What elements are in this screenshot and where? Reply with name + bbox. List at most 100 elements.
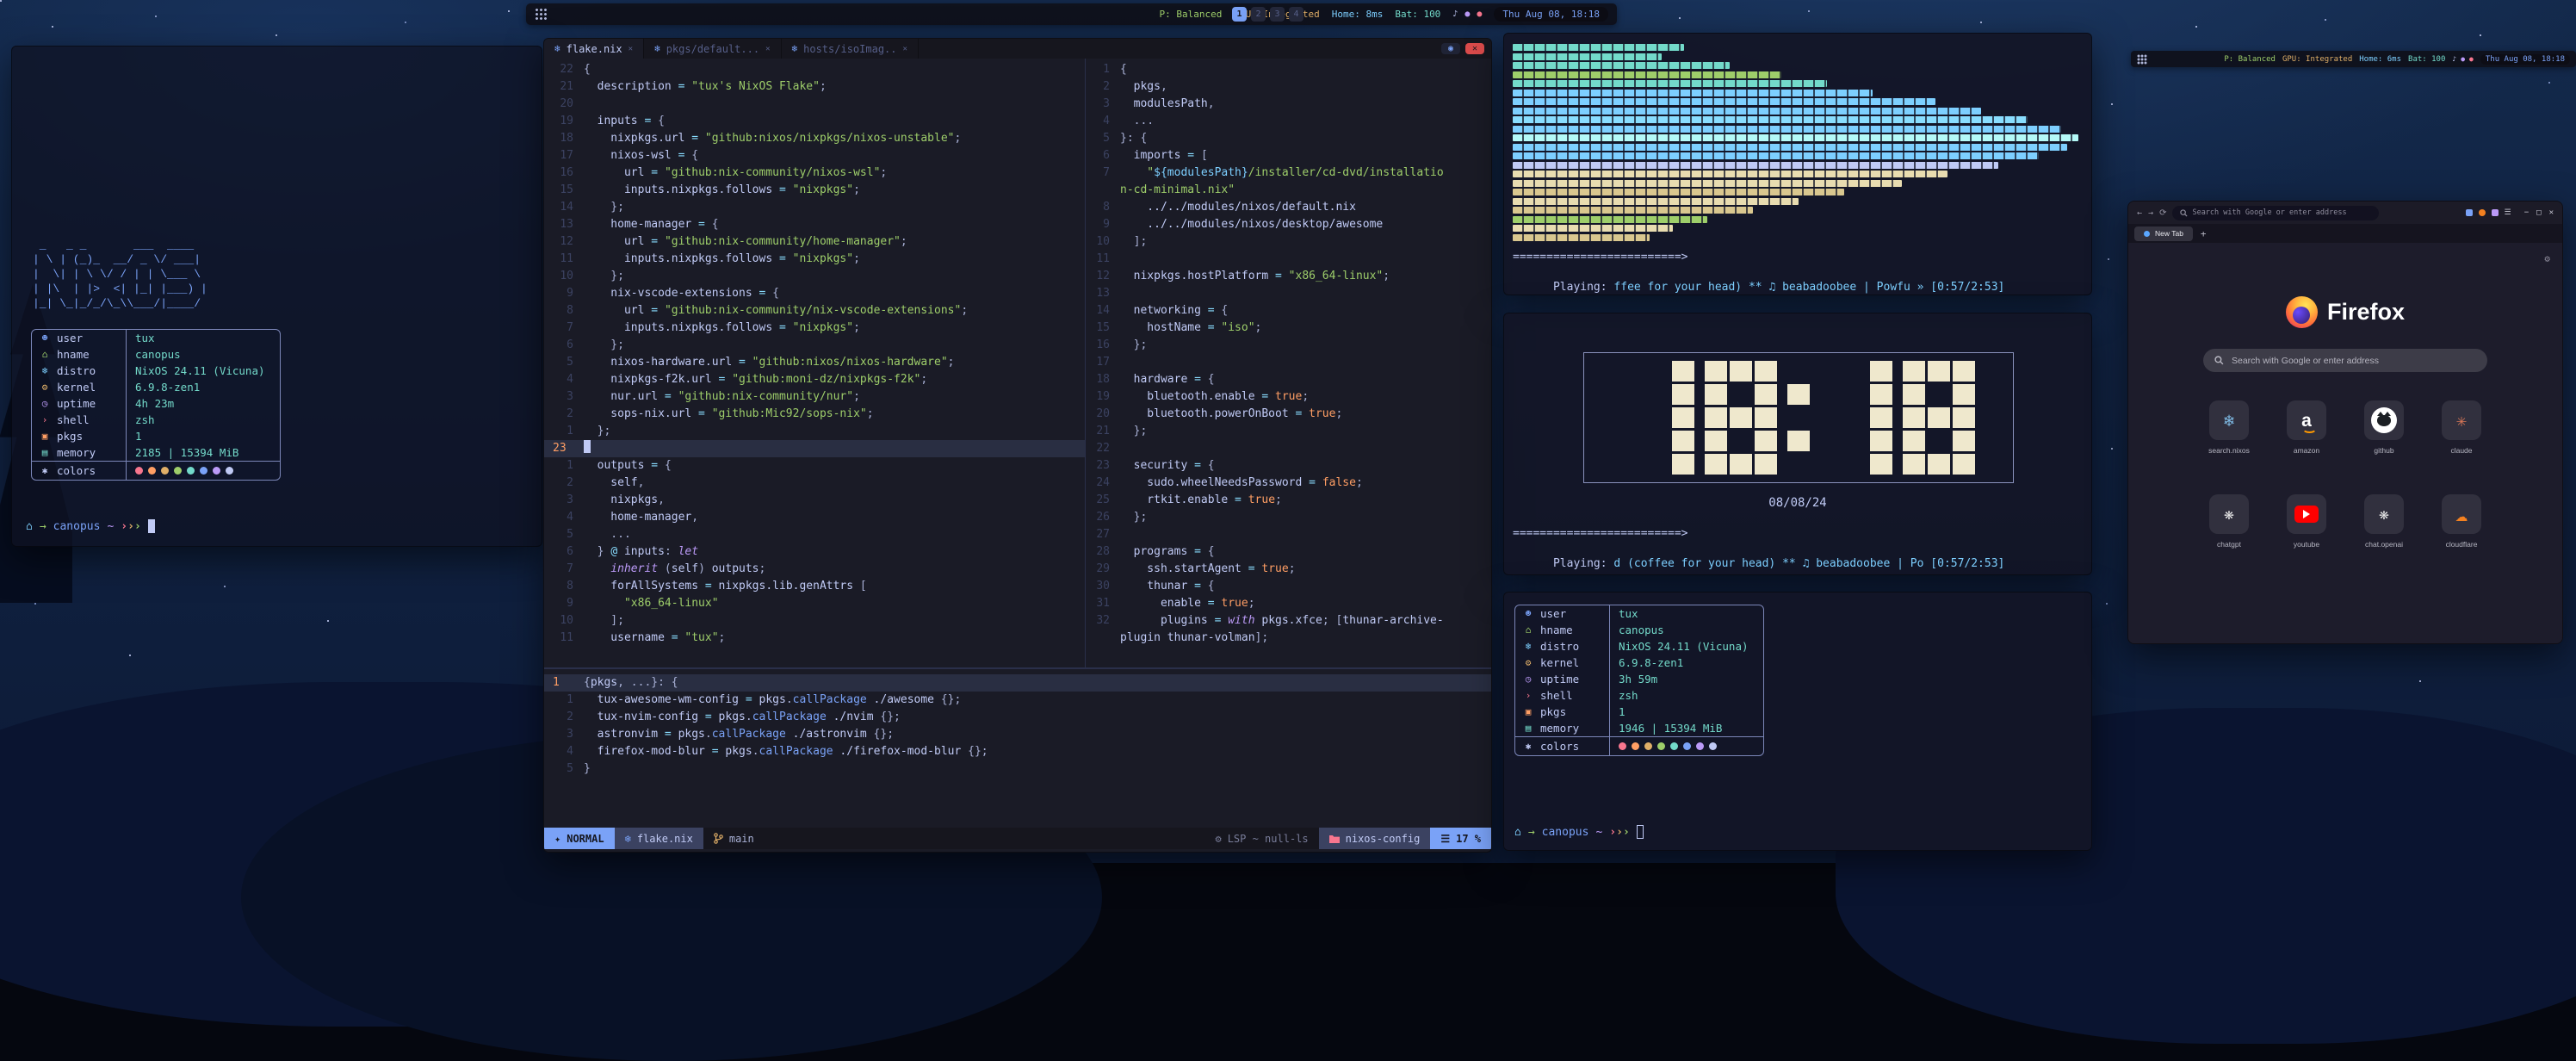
reload-icon[interactable]: ⟳: [2159, 208, 2166, 218]
extension-icon[interactable]: [2479, 209, 2486, 216]
volume-icon[interactable]: ♪: [2452, 55, 2456, 63]
viz-bar: [1513, 189, 1844, 195]
shortcut-chat.openai[interactable]: ❋chat.openai: [2345, 494, 2423, 549]
close-button[interactable]: ✕: [2549, 208, 2554, 217]
shortcut-github[interactable]: github: [2345, 400, 2423, 455]
line-number: 5: [1086, 130, 1120, 147]
prompt-chevron-icon: ›: [1623, 826, 1630, 839]
browser-tab[interactable]: New Tab: [2134, 226, 2193, 241]
personalize-gear-icon[interactable]: ⚙: [2544, 253, 2550, 264]
code-text: plugins = with pkgs.xfce; [thunar-archiv…: [1120, 612, 1444, 630]
viz-bar: [1513, 216, 1707, 223]
clock-cell: [1845, 431, 1867, 451]
fetch-label: shell: [57, 412, 90, 428]
clock-cell: [1845, 361, 1867, 382]
app-launcher-icon[interactable]: [2137, 54, 2147, 65]
viz-bar: [1513, 62, 1730, 69]
tab-close-icon[interactable]: ✕: [765, 45, 770, 53]
newtab-search-bar[interactable]: Search with Google or enter address: [2203, 349, 2487, 372]
tab-close-icon[interactable]: ✕: [629, 45, 633, 53]
shortcut-cloudflare[interactable]: ☁cloudflare: [2423, 494, 2500, 549]
shortcut-search.nixos[interactable]: ❄search.nixos: [2190, 400, 2268, 455]
new-tab-button[interactable]: +: [2201, 228, 2207, 239]
firefox-wordmark: Firefox: [2327, 299, 2405, 326]
code-text: plugin thunar-volman];: [1120, 630, 1268, 647]
extension-icon[interactable]: [2492, 209, 2499, 216]
host-icon: ⌂: [39, 346, 51, 363]
workspace-button[interactable]: 4: [1289, 7, 1303, 22]
code-pane-bottom[interactable]: 1{pkgs, ...}: {1 tux-awesome-wm-config =…: [544, 674, 1491, 778]
packages-icon: ▣: [1522, 704, 1534, 720]
color-dot: [174, 467, 182, 475]
code-pane-left[interactable]: 22{21 description = "tux's NixOS Flake";…: [544, 61, 1085, 647]
shell-prompt[interactable]: ⌂→canopus~›››: [1514, 825, 1644, 839]
clock-date: 08/08/24: [1504, 496, 2091, 510]
volume-icon[interactable]: ♪: [1452, 9, 1458, 19]
menu-icon[interactable]: ☰: [2505, 208, 2511, 217]
shortcut-label: chatgpt: [2217, 540, 2241, 549]
fetch-value: tux: [127, 330, 155, 346]
bar-status-area: P: BalancedGPU: IntegratedHome: 8msBat: …: [1160, 7, 1608, 22]
clock-cell: [1622, 431, 1644, 451]
fetch-label: uptime: [1540, 671, 1579, 687]
minimize-button[interactable]: −: [2524, 208, 2529, 217]
code-line: 21 };: [1086, 423, 1491, 440]
code-line: 20 bluetooth.powerOnBoot = true;: [1086, 406, 1491, 423]
shortcut-amazon[interactable]: aamazon: [2268, 400, 2345, 455]
code-text: [584, 440, 591, 457]
maximize-button[interactable]: □: [2536, 208, 2541, 217]
code-line: 4 home-manager,: [544, 509, 1085, 526]
shortcut-icon-box: ❄: [2209, 400, 2249, 440]
tray-icon[interactable]: ●: [2469, 55, 2474, 63]
shortcut-youtube[interactable]: youtube: [2268, 494, 2345, 549]
line-number: 11: [544, 251, 584, 268]
tray-icon[interactable]: ●: [2461, 55, 2465, 63]
code-line: 20: [544, 96, 1085, 113]
tray-icon[interactable]: ●: [1464, 9, 1470, 19]
fetch-value: 6.9.8-zen1: [1610, 655, 1683, 671]
clock-cell: [1705, 431, 1727, 451]
forward-icon[interactable]: →: [2148, 208, 2153, 218]
playing-label: Playing:: [1553, 557, 1607, 570]
workspace-button[interactable]: 2: [1251, 7, 1266, 22]
code-pane-right[interactable]: 1{2 pkgs,3 modulesPath,4 ...5}: {6 impor…: [1086, 61, 1491, 647]
toggle-view-button[interactable]: ◉: [1441, 43, 1460, 54]
workspace-button[interactable]: 1: [1232, 7, 1247, 22]
app-launcher-icon[interactable]: [535, 8, 548, 21]
workspace-button[interactable]: 3: [1270, 7, 1285, 22]
code-text: };: [584, 423, 610, 440]
prompt-path: ~: [107, 520, 114, 533]
fetch-label: hname: [57, 346, 90, 363]
progress-arrow: =========================>: [1513, 251, 1688, 264]
code-line: 16 url = "github:nix-community/nixos-wsl…: [544, 164, 1085, 182]
pane-separator-horizontal[interactable]: [544, 667, 1491, 669]
code-line: 17: [1086, 354, 1491, 371]
mode-indicator: ✦ NORMAL: [544, 828, 615, 849]
code-line: 19 inputs = {: [544, 113, 1085, 130]
code-line: 4 ...: [1086, 113, 1491, 130]
shell-prompt[interactable]: ⌂→canopus~›››: [26, 519, 155, 533]
url-bar[interactable]: Search with Google or enter address: [2172, 206, 2379, 220]
extension-icon[interactable]: [2466, 209, 2473, 216]
tab-close-icon[interactable]: ✕: [903, 45, 907, 53]
line-number: 20: [1086, 406, 1120, 423]
shortcut-claude[interactable]: ✳claude: [2423, 400, 2500, 455]
back-icon[interactable]: ←: [2137, 208, 2142, 218]
editor-tab[interactable]: ❄pkgs/default...✕: [644, 39, 781, 59]
bar-clock[interactable]: Thu Aug 08, 18:18: [2480, 54, 2570, 65]
tray-icon[interactable]: ●: [1477, 9, 1482, 19]
line-number: 26: [1086, 509, 1120, 526]
clock-cell: [1820, 407, 1842, 428]
window-close-button[interactable]: ✕: [1465, 43, 1484, 54]
color-dot: [226, 467, 233, 475]
shortcut-label: chat.openai: [2365, 540, 2403, 549]
editor-tab[interactable]: ❄flake.nix✕: [544, 39, 644, 59]
editor-tab[interactable]: ❄hosts/isoImag..✕: [782, 39, 919, 59]
shortcut-chatgpt[interactable]: ❋chatgpt: [2190, 494, 2268, 549]
line-number: 23: [1086, 457, 1120, 475]
line-number: 8: [1086, 199, 1120, 216]
line-number: 3: [544, 388, 584, 406]
system-tray: ♪ ● ●: [2452, 55, 2473, 63]
bar-clock[interactable]: Thu Aug 08, 18:18: [1494, 7, 1608, 22]
code-text: };: [584, 337, 624, 354]
